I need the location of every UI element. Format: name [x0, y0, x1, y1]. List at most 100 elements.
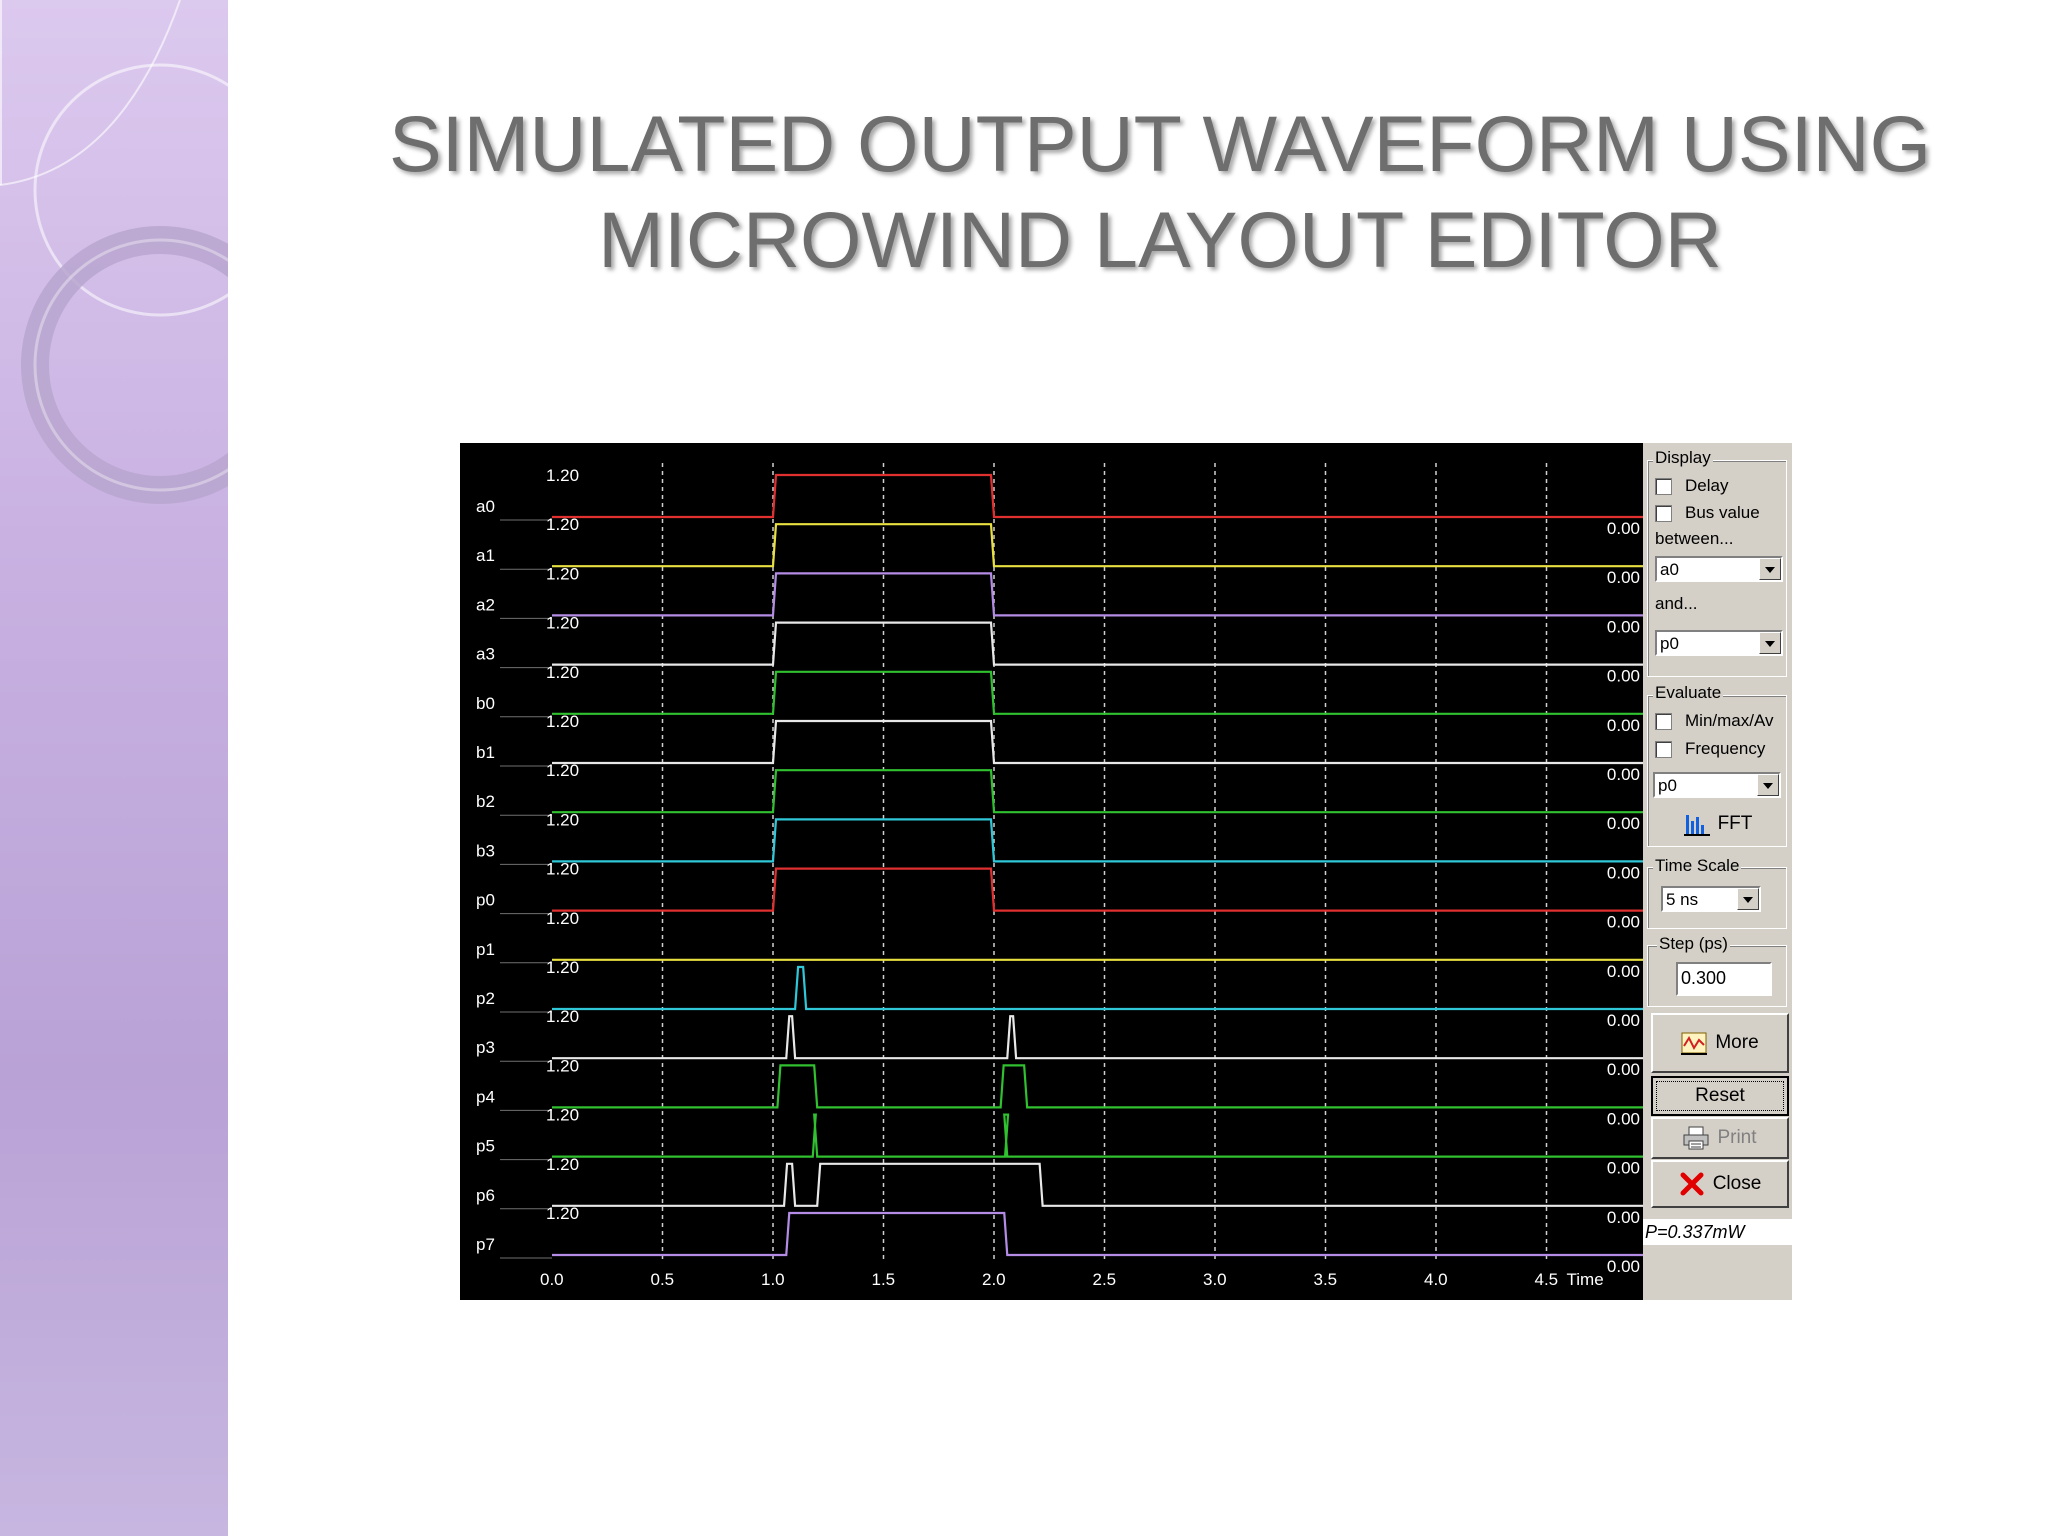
and-select[interactable]: p0 — [1655, 630, 1783, 656]
x-tick-label-1.5: 1.5 — [872, 1270, 896, 1289]
high-value-label-p2: 1.20 — [546, 958, 579, 977]
minmax-label: Min/max/Av — [1685, 711, 1774, 730]
signal-label-b0: b0 — [476, 694, 495, 713]
delay-label: Delay — [1685, 476, 1729, 495]
waveform-a3 — [552, 621, 1643, 666]
x-tick-label-2.5: 2.5 — [1093, 1270, 1117, 1289]
x-tick-label-3.5: 3.5 — [1314, 1270, 1338, 1289]
waveform-p6 — [552, 1162, 1643, 1207]
x-tick-label-2.0: 2.0 — [982, 1270, 1006, 1289]
x-tick-label-4.0: 4.0 — [1424, 1270, 1448, 1289]
high-value-label-b1: 1.20 — [546, 712, 579, 731]
waveform-b0 — [552, 670, 1643, 715]
x-tick-label-0.0: 0.0 — [540, 1270, 564, 1289]
fft-label: FFT — [1717, 813, 1753, 834]
printer-icon — [1683, 1126, 1709, 1150]
minmax-checkbox[interactable] — [1655, 713, 1672, 730]
signal-label-p1: p1 — [476, 940, 495, 959]
bus-value-checkbox[interactable] — [1655, 505, 1672, 522]
x-tick-label-4.5: 4.5 — [1535, 1270, 1559, 1289]
signal-label-a0: a0 — [476, 497, 495, 516]
high-value-label-a0: 1.20 — [546, 466, 579, 485]
low-value-label-a3: 0.00 — [1607, 667, 1640, 686]
decorative-circles — [0, 0, 228, 504]
step-input[interactable]: 0.300 — [1676, 962, 1772, 996]
low-value-label-a0: 0.00 — [1607, 519, 1640, 538]
chevron-down-icon[interactable] — [1759, 558, 1781, 580]
between-select[interactable]: a0 — [1655, 556, 1783, 582]
time-scale-label: Time Scale — [1653, 856, 1742, 876]
x-axis-label: Time — [1567, 1270, 1604, 1289]
frequency-label: Frequency — [1685, 739, 1766, 758]
waveform-a0 — [552, 473, 1643, 519]
reset-label: Reset — [1695, 1085, 1745, 1106]
waveform-p7 — [552, 1211, 1643, 1257]
waveform-chart-icon — [1681, 1032, 1708, 1055]
close-button[interactable]: Close — [1651, 1160, 1789, 1208]
time-scale-select[interactable]: 5 ns — [1661, 886, 1761, 912]
x-tick-label-1.0: 1.0 — [761, 1270, 785, 1289]
slide-title-line2: MICROWIND LAYOUT EDITOR — [598, 195, 1722, 284]
waveform-a1 — [552, 523, 1643, 568]
signal-label-p7: p7 — [476, 1235, 495, 1254]
slide-decoration-sidebar — [0, 0, 228, 1536]
low-value-label-b3: 0.00 — [1607, 863, 1640, 882]
waveform-plot: a0 1.20 0.00 a1 1.20 0.00 a2 1.20 0.00 a3 1.20 0.00… — [460, 443, 1643, 1300]
low-value-label-b1: 0.00 — [1607, 765, 1640, 784]
waveform-p0 — [552, 867, 1643, 912]
waveform-b2 — [552, 769, 1643, 814]
waveform-p4 — [552, 1064, 1643, 1109]
low-value-label-p3: 0.00 — [1607, 1060, 1640, 1079]
waveform-a2 — [552, 572, 1643, 617]
high-value-label-a3: 1.20 — [546, 614, 579, 633]
signal-label-p2: p2 — [476, 989, 495, 1008]
waveform-p5 — [552, 1113, 1643, 1158]
slide-title-line1: SIMULATED OUTPUT WAVEFORM USING — [388, 99, 1932, 188]
fft-button[interactable]: FFT — [1655, 808, 1781, 840]
between-label: between... — [1655, 529, 1734, 548]
low-value-label-b2: 0.00 — [1607, 814, 1640, 833]
frequency-checkbox[interactable] — [1655, 741, 1672, 758]
waveform-p2 — [552, 965, 1643, 1011]
signal-label-b3: b3 — [476, 841, 495, 860]
high-value-label-p0: 1.20 — [546, 860, 579, 879]
chevron-down-icon[interactable] — [1757, 774, 1779, 796]
more-label: More — [1715, 1032, 1759, 1053]
low-value-label-a2: 0.00 — [1607, 617, 1640, 636]
fft-icon — [1683, 815, 1710, 836]
low-value-label-p1: 0.00 — [1607, 962, 1640, 981]
high-value-label-b3: 1.20 — [546, 810, 579, 829]
control-panel: Display Delay Bus value between... a0 an… — [1643, 443, 1792, 1300]
low-value-label-a1: 0.00 — [1607, 568, 1640, 587]
waveform-chart: a01.200.00a11.200.00a21.200.00a31.200.00… — [476, 463, 1643, 1289]
and-select-value: p0 — [1660, 634, 1679, 653]
waveform-b1 — [552, 719, 1643, 765]
chevron-down-icon[interactable] — [1759, 632, 1781, 654]
waveform-p3 — [552, 1015, 1643, 1060]
step-label: Step (ps) — [1657, 934, 1730, 954]
print-label: Print — [1717, 1127, 1757, 1148]
print-button[interactable]: Print — [1651, 1117, 1789, 1159]
high-value-label-a1: 1.20 — [546, 515, 579, 534]
close-label: Close — [1712, 1173, 1762, 1194]
x-tick-label-3.0: 3.0 — [1203, 1270, 1227, 1289]
chevron-down-icon[interactable] — [1737, 888, 1759, 910]
signal-label-p0: p0 — [476, 891, 495, 910]
signal-label-b1: b1 — [476, 743, 495, 762]
more-button[interactable]: More — [1651, 1013, 1789, 1073]
signal-label-a3: a3 — [476, 645, 495, 664]
slide-title: SIMULATED OUTPUT WAVEFORM USING MICROWIN… — [330, 96, 1990, 288]
signal-label-a1: a1 — [476, 546, 495, 565]
and-label: and... — [1655, 594, 1698, 613]
x-tick-label-0.5: 0.5 — [651, 1270, 675, 1289]
low-value-label-p4: 0.00 — [1607, 1109, 1640, 1128]
signal-label-b2: b2 — [476, 792, 495, 811]
signal-label-p6: p6 — [476, 1186, 495, 1205]
evaluate-select[interactable]: p0 — [1653, 772, 1781, 798]
signal-label-p3: p3 — [476, 1038, 495, 1057]
reset-button[interactable]: Reset — [1651, 1076, 1789, 1116]
microwind-simulation-window: a0 1.20 0.00 a1 1.20 0.00 a2 1.20 0.00 a3 1.20 0.00… — [460, 443, 1792, 1300]
delay-checkbox[interactable] — [1655, 478, 1672, 495]
signal-label-a2: a2 — [476, 595, 495, 614]
low-value-label-p2: 0.00 — [1607, 1011, 1640, 1030]
